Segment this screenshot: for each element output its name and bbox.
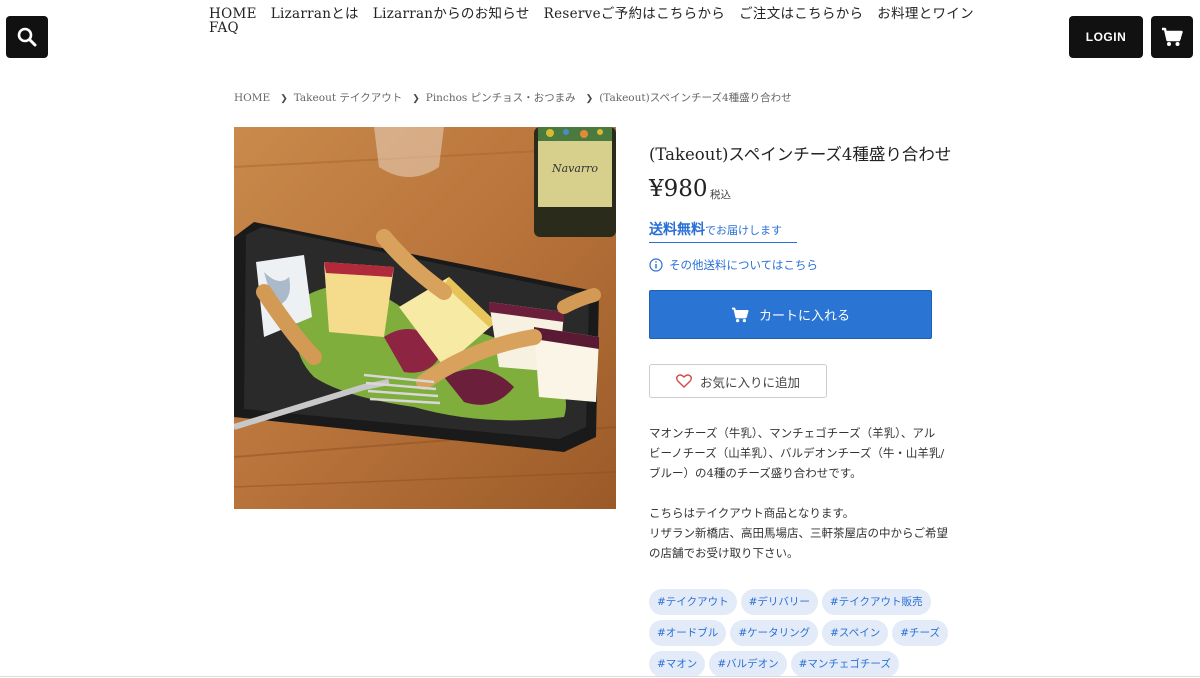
add-to-cart-button[interactable]: カートに入れる — [649, 290, 932, 339]
breadcrumb-current: (Takeout)スペインチーズ4種盛り合わせ — [599, 92, 792, 104]
cart-button[interactable] — [1151, 16, 1193, 58]
product-image[interactable]: Navarro — [234, 127, 616, 509]
info-icon — [649, 258, 663, 272]
nav-item-faq[interactable]: FAQ — [209, 21, 239, 35]
tag-item[interactable]: #マオン — [649, 651, 706, 677]
chevron-right-icon: ❯ — [412, 94, 420, 104]
add-to-favorites-button[interactable]: お気に入りに追加 — [649, 364, 827, 398]
wine-label: Navarro — [551, 162, 598, 175]
tag-item[interactable]: #テイクアウト — [649, 589, 737, 615]
product-description: マオンチーズ（牛乳）、マンチェゴチーズ（羊乳）、アル ビーノチーズ（山羊乳）、バ… — [649, 423, 969, 563]
nav-item-about[interactable]: Lizarranとは — [271, 7, 359, 21]
login-button[interactable]: LOGIN — [1069, 16, 1143, 58]
description-line: ビーノチーズ（山羊乳）、バルデオンチーズ（牛・山羊乳/ — [649, 446, 945, 460]
chevron-right-icon: ❯ — [585, 94, 594, 104]
tag-item[interactable]: #ケータリング — [730, 620, 819, 646]
divider — [0, 676, 1200, 677]
description-line: の店舗でお受け取り下さい。 — [649, 546, 799, 560]
free-shipping-badge: 送料無料でお届けします — [649, 219, 797, 243]
tag-list: #テイクアウト #デリバリー #テイクアウト販売 #オードブル #ケータリング … — [649, 589, 969, 678]
product-title: (Takeout)スペインチーズ4種盛り合わせ — [649, 145, 952, 164]
add-to-cart-label: カートに入れる — [758, 309, 850, 324]
description-line: リザラン新橋店、高田馬場店、三軒茶屋店の中からご希望 — [649, 526, 948, 540]
tag-item[interactable]: #オードブル — [649, 620, 727, 646]
chevron-right-icon: ❯ — [280, 94, 288, 104]
description-line: ブルー）の4種のチーズ盛り合わせです。 — [649, 466, 862, 480]
heart-icon — [675, 374, 692, 388]
description-line: マオンチーズ（牛乳）、マンチェゴチーズ（羊乳）、アル — [649, 426, 936, 440]
cart-icon — [1162, 27, 1183, 46]
breadcrumb-home[interactable]: HOME — [234, 92, 270, 104]
tag-item[interactable]: #スペイン — [822, 620, 889, 646]
breadcrumb: HOME ❯ Takeout テイクアウト ❯ Pinchos ピンチョス・おつまみ ❯ (… — [234, 90, 792, 105]
main-nav: HOME Lizarranとは Lizarranからのお知らせ Reserveご予約は… — [209, 7, 989, 35]
favorites-label: お気に入りに追加 — [699, 374, 800, 390]
description-line: こちらはテイクアウト商品となります。 — [649, 506, 855, 520]
free-shipping-suffix: でお届けします — [705, 224, 782, 237]
shipping-info-link[interactable]: その他送料についてはこちら — [649, 257, 818, 273]
nav-item-home[interactable]: HOME — [209, 7, 257, 21]
breadcrumb-takeout[interactable]: Takeout テイクアウト — [294, 92, 402, 104]
tag-item[interactable]: #テイクアウト販売 — [821, 589, 931, 615]
nav-item-food-wine[interactable]: お料理とワイン — [877, 7, 974, 21]
tax-label: 税込 — [710, 189, 731, 201]
shipping-info-label: その他送料についてはこちら — [669, 258, 818, 272]
nav-item-reserve[interactable]: Reserveご予約はこちらから — [544, 7, 725, 21]
nav-item-order[interactable]: ご注文はこちらから — [739, 7, 863, 21]
cart-icon — [731, 307, 749, 322]
tag-item[interactable]: #バルデオン — [709, 651, 787, 677]
search-button[interactable] — [6, 16, 48, 58]
free-shipping-label: 送料無料 — [649, 222, 705, 238]
tag-item[interactable]: #デリバリー — [740, 589, 818, 615]
tag-item[interactable]: #チーズ — [892, 620, 948, 646]
breadcrumb-pinchos[interactable]: Pinchos ピンチョス・おつまみ — [426, 92, 576, 104]
tag-item[interactable]: #マンチェゴチーズ — [790, 651, 899, 677]
nav-item-news[interactable]: Lizarranからのお知らせ — [373, 7, 530, 21]
search-icon — [17, 27, 37, 47]
product-price: ¥980 — [649, 176, 708, 202]
